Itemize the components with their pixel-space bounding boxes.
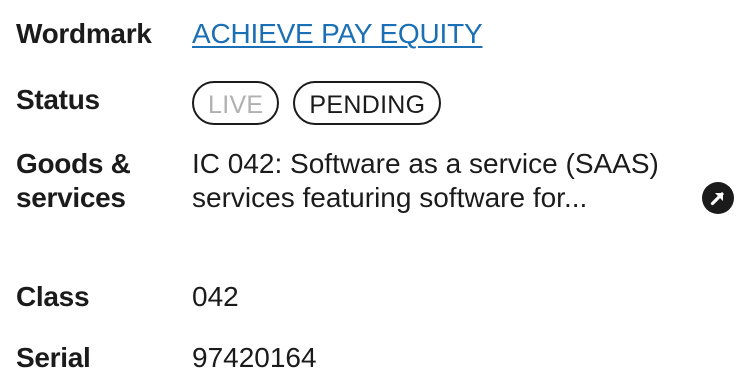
status-badges: LIVE PENDING — [192, 81, 442, 125]
wordmark-label: Wordmark — [16, 18, 152, 49]
class-row: Class 042 — [16, 280, 239, 314]
serial-value: 97420164 — [192, 342, 317, 373]
serial-row: Serial 97420164 — [16, 341, 317, 375]
goods-services-label: Goods & services — [16, 147, 192, 215]
status-label: Status — [16, 84, 100, 115]
goods-services-label-line1: Goods & — [16, 148, 131, 179]
arrow-up-right-glyph — [710, 192, 724, 206]
class-value: 042 — [192, 281, 239, 312]
wordmark-link[interactable]: ACHIEVE PAY EQUITY — [192, 17, 483, 51]
goods-services-label-line2: services — [16, 182, 126, 213]
status-row: Status LIVE PENDING — [16, 81, 442, 125]
status-badge-live: LIVE — [192, 81, 280, 125]
wordmark-row: Wordmark ACHIEVE PAY EQUITY — [16, 17, 483, 51]
serial-label: Serial — [16, 342, 91, 373]
goods-services-value: IC 042: Software as a service (SAAS) ser… — [192, 148, 659, 213]
status-badge-pending: PENDING — [293, 81, 442, 125]
arrow-up-right-circle-icon[interactable] — [702, 182, 734, 214]
class-label: Class — [16, 281, 90, 312]
goods-services-row: Goods & services IC 042: Software as a s… — [16, 147, 746, 215]
